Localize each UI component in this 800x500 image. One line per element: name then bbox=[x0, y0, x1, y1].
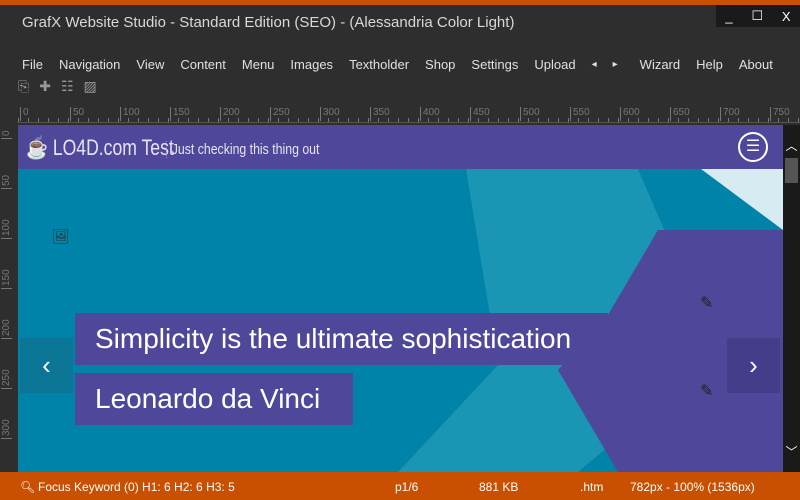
edit-pencil-icon[interactable]: ✎ bbox=[700, 293, 713, 313]
menu-help[interactable]: Help bbox=[696, 57, 723, 72]
copy-icon[interactable]: ⎘ bbox=[18, 78, 29, 95]
zoom-readout: 782px - 100% (1536px) bbox=[630, 480, 755, 494]
logo-text: LO4D.com Test bbox=[52, 135, 174, 160]
ruler-tick: 650 bbox=[670, 107, 690, 121]
edit-pencil-icon[interactable]: ✎ bbox=[700, 381, 713, 401]
menu-file[interactable]: File bbox=[22, 57, 43, 72]
ruler-tick: 200 bbox=[220, 107, 240, 121]
image-icon[interactable]: ▨ bbox=[84, 78, 97, 95]
menu-content[interactable]: Content bbox=[180, 57, 226, 72]
menu-scroll-left[interactable]: ◂ bbox=[592, 59, 597, 72]
close-button[interactable]: X bbox=[782, 9, 791, 24]
ruler-tick: 150 bbox=[170, 107, 190, 121]
caption-quote[interactable]: Simplicity is the ultimate sophisticatio… bbox=[75, 313, 608, 365]
site-header: ☕ LO4D.com Test Just checking this thing… bbox=[18, 125, 783, 169]
window-controls: _ ☐ X bbox=[716, 5, 800, 27]
caption-author[interactable]: Leonardo da Vinci bbox=[75, 373, 353, 425]
ruler-tick: 700 bbox=[720, 107, 740, 121]
menu-view[interactable]: View bbox=[136, 57, 164, 72]
ruler-tick: 250 bbox=[270, 107, 290, 121]
slider-prev-button[interactable]: ‹ bbox=[20, 338, 73, 393]
ruler-tick: 0 bbox=[20, 107, 29, 121]
title-accent-strip bbox=[0, 0, 800, 5]
minimize-button[interactable]: _ bbox=[725, 9, 732, 24]
page-canvas[interactable]: ☕ LO4D.com Test Just checking this thing… bbox=[18, 125, 783, 472]
menu-upload[interactable]: Upload bbox=[534, 57, 575, 72]
search-icon[interactable]: 🔍︎ bbox=[20, 480, 35, 494]
file-extension: .htm bbox=[580, 480, 604, 494]
ruler-tick: 50 bbox=[70, 107, 84, 121]
coffee-icon: ☕ bbox=[26, 135, 53, 160]
scroll-thumb[interactable] bbox=[785, 158, 798, 183]
ruler-tick: 600 bbox=[620, 107, 640, 121]
ruler-tick: 450 bbox=[470, 107, 490, 121]
menu-about[interactable]: About bbox=[739, 57, 773, 72]
menu-scroll-right[interactable]: ▸ bbox=[613, 59, 618, 72]
scroll-down-icon[interactable]: ﹀ bbox=[783, 443, 800, 460]
seo-status[interactable]: Focus Keyword (0) H1: 6 H2: 6 H3: 5 bbox=[38, 480, 235, 494]
text-layout-icon[interactable]: ☷ bbox=[61, 78, 74, 95]
menu-textholder[interactable]: Textholder bbox=[349, 57, 409, 72]
ruler-tick: 100 bbox=[1, 219, 12, 239]
menu-wizard[interactable]: Wizard bbox=[640, 57, 680, 72]
ruler-tick: 200 bbox=[1, 319, 12, 339]
menu-bar: File Navigation View Content Menu Images… bbox=[14, 57, 781, 72]
ruler-tick: 50 bbox=[1, 174, 12, 189]
file-size: 881 KB bbox=[479, 480, 519, 494]
scroll-up-icon[interactable]: ︿ bbox=[783, 137, 800, 154]
maximize-button[interactable]: ☐ bbox=[751, 8, 763, 24]
hamburger-menu-icon[interactable]: ☰ bbox=[738, 132, 768, 162]
ruler-tick: 250 bbox=[1, 369, 12, 389]
ruler-tick: 100 bbox=[120, 107, 140, 121]
site-logo[interactable]: ☕ LO4D.com Test bbox=[26, 135, 174, 161]
window-title: GrafX Website Studio - Standard Edition … bbox=[22, 14, 515, 31]
site-tagline[interactable]: Just checking this thing out bbox=[166, 141, 319, 158]
status-bar: 🔍︎ Focus Keyword (0) H1: 6 H2: 6 H3: 5 p… bbox=[0, 472, 800, 500]
ruler-tick: 500 bbox=[520, 107, 540, 121]
puzzle-icon[interactable]: ✚ bbox=[39, 78, 51, 95]
menu-menu[interactable]: Menu bbox=[242, 57, 275, 72]
ruler-tick: 550 bbox=[570, 107, 590, 121]
ruler-tick: 300 bbox=[1, 419, 12, 439]
toolbar: ⎘ ✚ ☷ ▨ bbox=[18, 78, 97, 95]
menu-images[interactable]: Images bbox=[290, 57, 333, 72]
vertical-scrollbar[interactable]: ︿ ﹀ bbox=[783, 125, 800, 472]
horizontal-ruler: 0 50 100 150 200 250 300 350 400 450 500 550 600 650 7… bbox=[18, 105, 800, 123]
ruler-tick: 400 bbox=[420, 107, 440, 121]
ruler-tick: 150 bbox=[1, 269, 12, 289]
menu-shop[interactable]: Shop bbox=[425, 57, 455, 72]
ruler-tick: 350 bbox=[370, 107, 390, 121]
ruler-tick: 750 bbox=[770, 107, 790, 121]
vertical-ruler: 0 50 100 150 200 250 300 bbox=[0, 125, 18, 472]
menu-navigation[interactable]: Navigation bbox=[59, 57, 120, 72]
ruler-tick: 300 bbox=[320, 107, 340, 121]
menu-settings[interactable]: Settings bbox=[471, 57, 518, 72]
bg-pale-triangle bbox=[701, 169, 783, 230]
ruler-tick: 0 bbox=[1, 130, 12, 139]
slider-next-button[interactable]: › bbox=[727, 338, 780, 393]
image-placeholder-icon[interactable]: 🖼 bbox=[52, 228, 70, 245]
page-indicator: p1/6 bbox=[395, 480, 419, 494]
